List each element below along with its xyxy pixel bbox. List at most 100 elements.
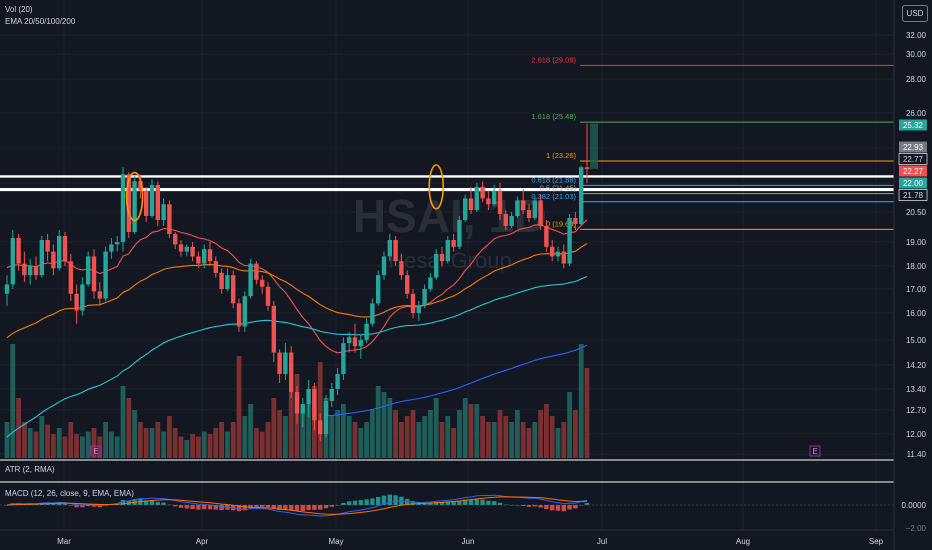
volume-bar <box>526 428 532 458</box>
volume-bar <box>143 428 149 458</box>
candle-body <box>120 174 126 242</box>
candle-body <box>300 404 305 414</box>
macd-histogram-bar <box>74 505 79 508</box>
macd-histogram-bar <box>178 505 184 508</box>
volume-bar <box>56 428 62 458</box>
volume-bar <box>184 440 190 458</box>
volume-bar <box>364 422 369 458</box>
macd-histogram-bar <box>561 505 566 512</box>
macd-histogram-bar <box>335 505 340 506</box>
candle-body <box>265 286 271 306</box>
macd-histogram-bar <box>550 505 555 511</box>
volume-bar <box>138 422 143 458</box>
candle-body <box>492 190 497 205</box>
volume-bar <box>335 410 340 458</box>
volume-bar <box>491 422 497 458</box>
candle-body <box>103 251 108 299</box>
volume-bar <box>120 386 126 458</box>
volume-indicator-label[interactable]: Vol (20) <box>5 5 33 14</box>
candle-body <box>497 190 503 214</box>
volume-bar <box>10 344 16 458</box>
earnings-marker-label: E <box>812 447 817 456</box>
candle-body <box>573 218 578 224</box>
candle-body <box>207 249 213 262</box>
candle-body <box>248 263 253 297</box>
candle-body <box>399 261 404 276</box>
candle-body <box>387 240 392 257</box>
volume-bar <box>393 410 398 458</box>
candle-body <box>335 374 340 389</box>
price-chart[interactable]: HSAI, 1DHesai Group2.618 (29.09)1.618 (2… <box>0 0 932 550</box>
candle-body <box>51 251 56 269</box>
volume-bar <box>242 416 248 458</box>
candle-body <box>109 244 114 252</box>
candle-body <box>521 200 526 211</box>
candle-body <box>550 246 555 257</box>
macd-histogram-bar <box>364 499 369 505</box>
atr-indicator-label[interactable]: ATR (2, RMA) <box>5 465 55 474</box>
volume-bar <box>549 416 555 458</box>
macd-histogram-bar <box>318 505 323 510</box>
volume-bar <box>375 386 381 458</box>
volume-bar <box>341 404 346 458</box>
macd-histogram-bar <box>509 505 514 506</box>
volume-bar <box>317 362 323 458</box>
volume-bar <box>225 431 230 458</box>
volume-bar <box>509 422 514 458</box>
volume-bar <box>68 422 74 458</box>
macd-histogram-bar <box>161 502 166 505</box>
fib-level-label: 1.618 (25.48) <box>531 112 576 121</box>
candle-body <box>4 284 10 294</box>
candle-body <box>167 204 172 234</box>
volume-bar <box>74 434 79 458</box>
candle-body <box>555 251 561 257</box>
price-tag-label: 22.93 <box>903 143 924 152</box>
macd-histogram-bar <box>68 505 73 506</box>
candle-body <box>283 352 288 374</box>
volume-bar <box>248 404 253 458</box>
volume-bar <box>532 422 538 458</box>
candle-body <box>178 244 184 252</box>
price-axis-tick: 16.00 <box>906 309 927 318</box>
candle-body <box>347 337 352 344</box>
candle-body <box>364 323 369 340</box>
volume-bar <box>428 410 433 458</box>
macd-histogram-bar <box>196 505 201 510</box>
macd-histogram-bar <box>265 505 271 508</box>
macd-histogram-bar <box>202 505 207 510</box>
volume-bar <box>45 424 50 458</box>
macd-histogram-bar <box>474 499 479 505</box>
volume-bar <box>457 410 462 458</box>
candle-body <box>509 216 514 226</box>
volume-bar <box>503 416 509 458</box>
ema-indicator-label[interactable]: EMA 20/50/100/200 <box>5 17 75 26</box>
macd-histogram-bar <box>376 496 381 505</box>
volume-bar <box>422 416 427 458</box>
macd-histogram-bar <box>486 500 491 505</box>
macd-histogram-bar <box>347 501 352 505</box>
macd-histogram-bar <box>544 505 549 510</box>
macd-indicator-label[interactable]: MACD (12, 26, close, 9, EMA, EMA) <box>5 489 134 498</box>
volume-bar <box>265 422 271 458</box>
volume-bar <box>27 428 33 458</box>
macd-histogram-bar <box>306 505 311 510</box>
candle-body <box>62 236 68 262</box>
time-axis-tick: Sep <box>869 537 884 546</box>
price-axis-tick: 13.40 <box>906 385 927 394</box>
price-axis-tick: 11.40 <box>907 450 927 459</box>
candle-body <box>196 256 201 264</box>
volume-bar <box>271 398 277 458</box>
volume-bar <box>573 410 578 458</box>
volume-bar <box>474 404 480 458</box>
volume-bar <box>85 431 91 458</box>
macd-histogram-bar <box>300 505 305 512</box>
candle-body <box>434 254 439 278</box>
candle-body <box>74 293 79 311</box>
macd-histogram-bar <box>260 505 265 507</box>
currency-selector[interactable]: USD <box>902 5 928 22</box>
time-axis-tick: Jul <box>597 537 607 546</box>
price-axis-tick: 19.00 <box>906 238 927 247</box>
volume-bar <box>439 422 445 458</box>
candle-body <box>149 184 155 216</box>
macd-histogram-bar <box>526 505 532 507</box>
